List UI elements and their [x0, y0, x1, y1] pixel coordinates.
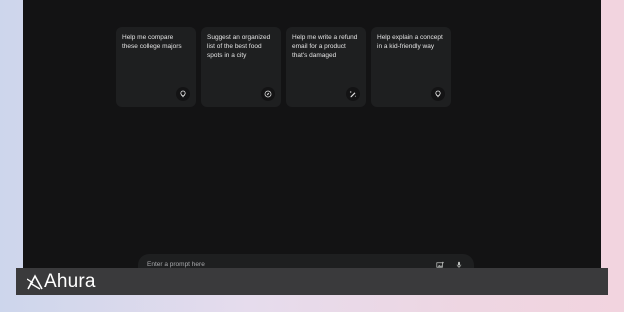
suggestion-card-food-spots[interactable]: Suggest an organized list of the best fo…	[201, 27, 281, 107]
suggestion-card-kid-friendly[interactable]: Help explain a concept in a kid-friendly…	[371, 27, 451, 107]
lightbulb-icon	[176, 87, 190, 101]
suggestion-card-refund-email[interactable]: Help me write a refund email for a produ…	[286, 27, 366, 107]
suggestion-card-compare-majors[interactable]: Help me compare these college majors	[116, 27, 196, 107]
brand-name: Ahura	[44, 271, 96, 292]
suggestion-card-text: Help me compare these college majors	[122, 34, 182, 50]
suggestion-cards: Help me compare these college majors Sug…	[116, 27, 451, 107]
lightbulb-icon	[431, 87, 445, 101]
edit-sparkle-icon	[346, 87, 360, 101]
compass-icon	[261, 87, 275, 101]
watermark-banner	[16, 268, 608, 295]
logo-mark-icon	[27, 274, 43, 290]
suggestion-card-text: Help me write a refund email for a produ…	[292, 34, 358, 59]
suggestion-card-text: Help explain a concept in a kid-friendly…	[377, 34, 443, 50]
prompt-placeholder: Enter a prompt here	[147, 261, 205, 268]
suggestion-card-text: Suggest an organized list of the best fo…	[207, 34, 271, 59]
brand-logo: Ahura	[27, 271, 96, 293]
